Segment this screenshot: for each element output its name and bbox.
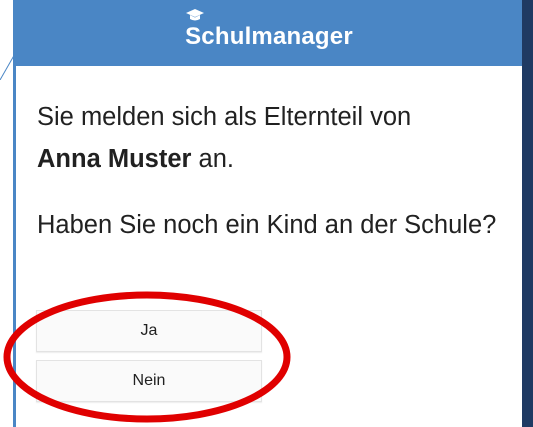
child-name: Anna Muster [37, 145, 192, 173]
yes-button[interactable]: Ja [36, 310, 262, 352]
question-text: Haben Sie noch ein Kind an der Schule? [37, 211, 497, 239]
right-decor-strip [522, 0, 533, 427]
login-message: Sie melden sich als Elternteil von Anna M… [37, 96, 507, 246]
message-suffix: an. [191, 145, 234, 173]
graduation-cap-icon [186, 9, 205, 21]
brand-name: Schulmanager [185, 23, 353, 50]
answer-buttons: Ja Nein [36, 310, 262, 410]
app-header: Schulmanager [16, 0, 522, 66]
parent-message: Sie melden sich als Elternteil von Anna M… [37, 96, 507, 180]
slide: Schulmanager Sie melden sich als Elternt… [0, 0, 533, 427]
message-prefix: Sie melden sich als Elternteil von [37, 103, 412, 131]
brand-logo: Schulmanager [185, 9, 353, 51]
app-screen: Schulmanager Sie melden sich als Elternt… [16, 0, 522, 427]
no-button[interactable]: Nein [36, 360, 262, 402]
